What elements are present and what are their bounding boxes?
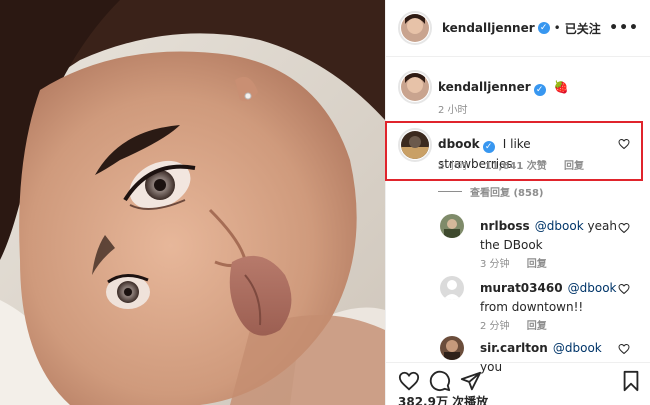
caption-line: kendalljenner ✓ 🍓 <box>438 76 569 96</box>
reply-reply-button[interactable]: 回复 <box>527 321 547 332</box>
save-bookmark-icon[interactable] <box>621 370 641 392</box>
dot-separator: • <box>553 21 561 35</box>
caption-avatar <box>401 73 429 101</box>
caption-time[interactable]: 2 小时 <box>438 105 468 116</box>
reply-line-divider <box>438 191 462 192</box>
reply-mention-link[interactable]: @dbook <box>535 219 584 233</box>
like-reply-heart-icon[interactable] <box>618 343 630 355</box>
comments-panel: kendalljenner ✓ • 已关注 ••• kendalljenner ✓… <box>385 0 650 405</box>
reply-username[interactable]: sir.carlton <box>480 341 548 355</box>
selfie-image <box>0 0 385 405</box>
author-username[interactable]: kendalljenner <box>442 21 535 35</box>
following-button[interactable]: 已关注 <box>565 20 601 37</box>
more-options-icon[interactable]: ••• <box>609 20 639 36</box>
like-heart-icon[interactable] <box>398 370 420 392</box>
reply-time[interactable]: 2 分钟 <box>480 321 510 332</box>
author-avatar-ring[interactable] <box>398 11 432 45</box>
strawberry-emoji: 🍓 <box>553 80 569 94</box>
reply-meta: 2 分钟 回复 <box>480 317 561 332</box>
reply-username[interactable]: murat03460 <box>480 281 563 295</box>
reply-mention-link[interactable]: @dbook <box>553 341 602 355</box>
instagram-post: kendalljenner ✓ • 已关注 ••• kendalljenner ✓… <box>0 0 650 405</box>
reply-avatar[interactable] <box>440 214 464 238</box>
like-reply-heart-icon[interactable] <box>618 222 630 234</box>
reply-avatar[interactable] <box>440 336 464 360</box>
reply-meta: 3 分钟 回复 <box>480 255 561 270</box>
caption-meta: 2 小时 <box>438 101 482 116</box>
reply-comment: nrlboss @dbook yeah the DBook <box>480 216 620 254</box>
reply-reply-button[interactable]: 回复 <box>527 259 547 270</box>
post-photo[interactable] <box>0 0 385 405</box>
share-send-icon[interactable] <box>460 370 482 392</box>
verified-badge-icon: ✓ <box>537 22 550 34</box>
reply-username[interactable]: nrlboss <box>480 219 530 233</box>
sircarlton-avatar <box>440 336 464 360</box>
view-replies-row[interactable]: 查看回复 (858) <box>438 184 544 199</box>
caption-avatar-ring[interactable] <box>398 70 432 104</box>
reply-mention-link[interactable]: @dbook <box>568 281 617 295</box>
post-header: kendalljenner ✓ • 已关注 ••• <box>386 0 650 57</box>
reply-time[interactable]: 3 分钟 <box>480 259 510 270</box>
comment-bubble-icon[interactable] <box>429 370 451 392</box>
reply-text: yeah <box>583 219 617 233</box>
like-reply-heart-icon[interactable] <box>618 283 630 295</box>
view-count: 382.9万 次播放 <box>398 395 489 405</box>
author-avatar <box>401 14 429 42</box>
default-user-avatar <box>440 276 464 300</box>
view-replies-button[interactable]: 查看回复 (858) <box>470 184 544 199</box>
reply-comment: murat03460 @dbook from downtown!! <box>480 278 620 316</box>
reply-text-line2: from downtown!! <box>480 300 584 314</box>
reply-text-line2: the DBook <box>480 238 543 252</box>
highlight-box <box>385 121 643 181</box>
caption-username[interactable]: kendalljenner <box>438 80 531 94</box>
reply-avatar[interactable] <box>440 276 464 300</box>
verified-badge-icon: ✓ <box>533 84 546 96</box>
nrlboss-avatar <box>440 214 464 238</box>
